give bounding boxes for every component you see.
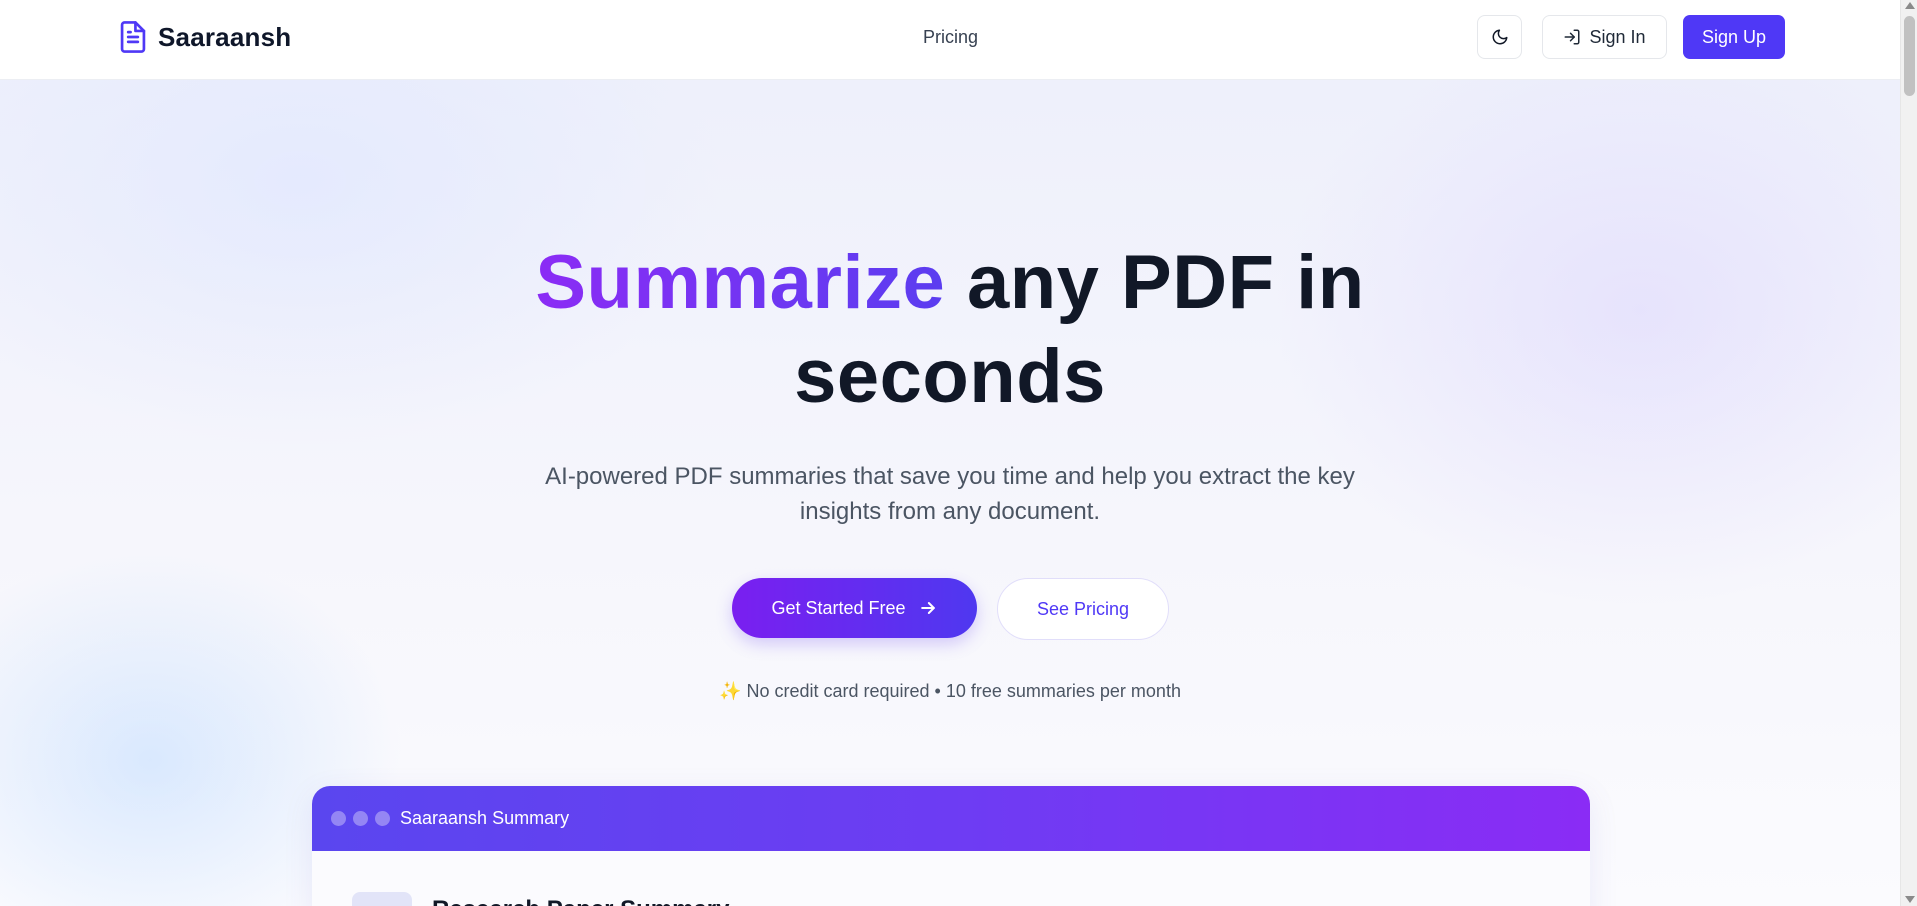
brand-name: Saaraansh <box>158 21 292 52</box>
window-dot <box>375 811 390 826</box>
scrollbar-thumb[interactable] <box>1904 16 1915 96</box>
window-dot <box>353 811 368 826</box>
get-started-label: Get Started Free <box>771 597 906 618</box>
nav-link-pricing[interactable]: Pricing <box>923 27 978 48</box>
sign-up-button[interactable]: Sign Up <box>1683 15 1785 59</box>
preview-heading: Research Paper Summary <box>432 896 730 906</box>
window-dot <box>331 811 346 826</box>
hero-title-accent: Summarize <box>535 240 946 325</box>
sign-in-label: Sign In <box>1589 26 1646 47</box>
summary-preview-card: Saaraansh Summary Research Paper Summary <box>312 786 1590 906</box>
hero-subtitle: AI-powered PDF summaries that save you t… <box>545 463 1355 525</box>
preview-file-icon <box>352 892 412 906</box>
preview-window-bar: Saaraansh Summary <box>312 786 1590 851</box>
hero-title-line2: seconds <box>794 334 1106 419</box>
preview-window-title: Saaraansh Summary <box>400 808 570 828</box>
theme-toggle-button[interactable] <box>1477 15 1522 59</box>
get-started-button[interactable]: Get Started Free <box>732 578 977 638</box>
free-plan-note: ✨ No credit card required • 10 free summ… <box>600 681 1300 702</box>
sparkles-icon: ✨ <box>719 681 742 701</box>
moon-icon <box>1492 29 1507 45</box>
arrow-right-icon <box>920 602 935 614</box>
hero-title-rest: any PDF in <box>945 240 1365 325</box>
scroll-up-arrow-icon[interactable] <box>1905 2 1915 9</box>
free-plan-note-text: No credit card required • 10 free summar… <box>746 681 1181 701</box>
page-scrollbar[interactable] <box>1900 0 1917 906</box>
scroll-down-arrow-icon[interactable] <box>1905 896 1915 903</box>
see-pricing-button[interactable]: See Pricing <box>997 578 1169 640</box>
top-navbar: Saaraansh Pricing Sign In Sign Up <box>0 0 1900 80</box>
log-in-icon <box>1564 29 1580 45</box>
hero-title: Summarize any PDF in seconds <box>450 236 1450 424</box>
sign-in-button[interactable]: Sign In <box>1542 15 1667 59</box>
brand-logo[interactable]: Saaraansh <box>118 20 291 54</box>
document-icon <box>120 21 146 53</box>
